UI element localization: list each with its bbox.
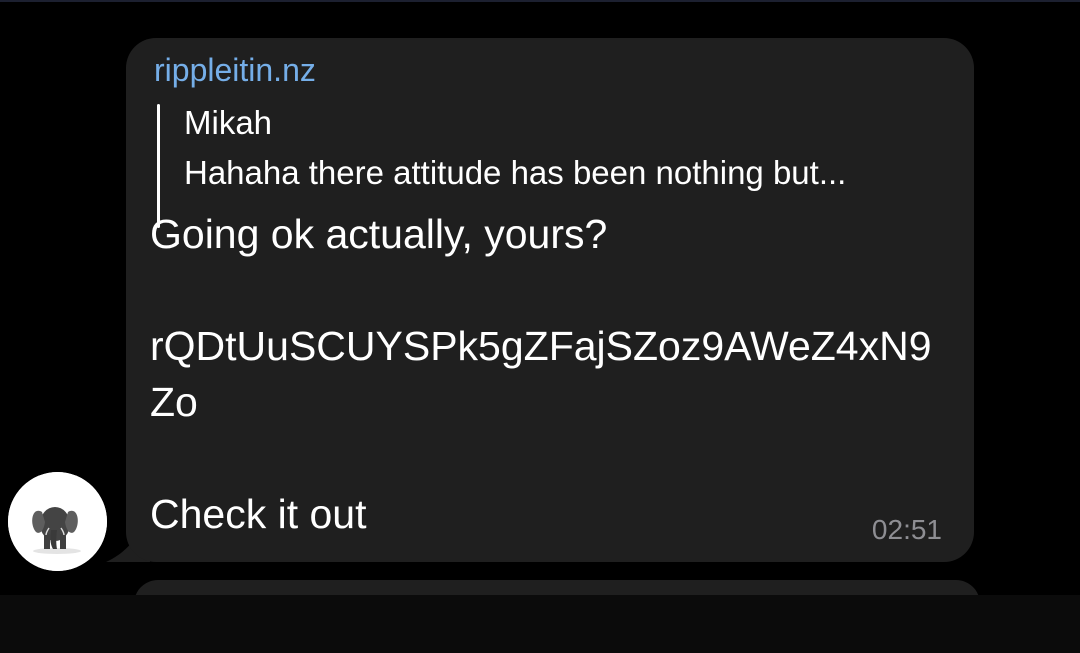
message-bubble[interactable]: rippleitin.nz Mikah Hahaha there attitud… (126, 38, 974, 562)
sender-avatar[interactable] (8, 472, 107, 571)
reply-author: Mikah (184, 104, 273, 141)
sender-name[interactable]: rippleitin.nz (154, 52, 316, 89)
reply-preview: Hahaha there attitude has been nothing b… (184, 154, 847, 191)
bottom-bar (0, 595, 1080, 653)
message-text: Going ok actually, yours? rQDtUuSCUYSPk5… (150, 211, 932, 537)
elephant-icon (8, 472, 107, 571)
top-edge (0, 0, 1080, 2)
message-list[interactable]: rippleitin.nz Mikah Hahaha there attitud… (0, 0, 1080, 640)
message-timestamp: 02:51 (871, 514, 942, 545)
chat-screen: rippleitin.nz Mikah Hahaha there attitud… (0, 0, 1080, 653)
